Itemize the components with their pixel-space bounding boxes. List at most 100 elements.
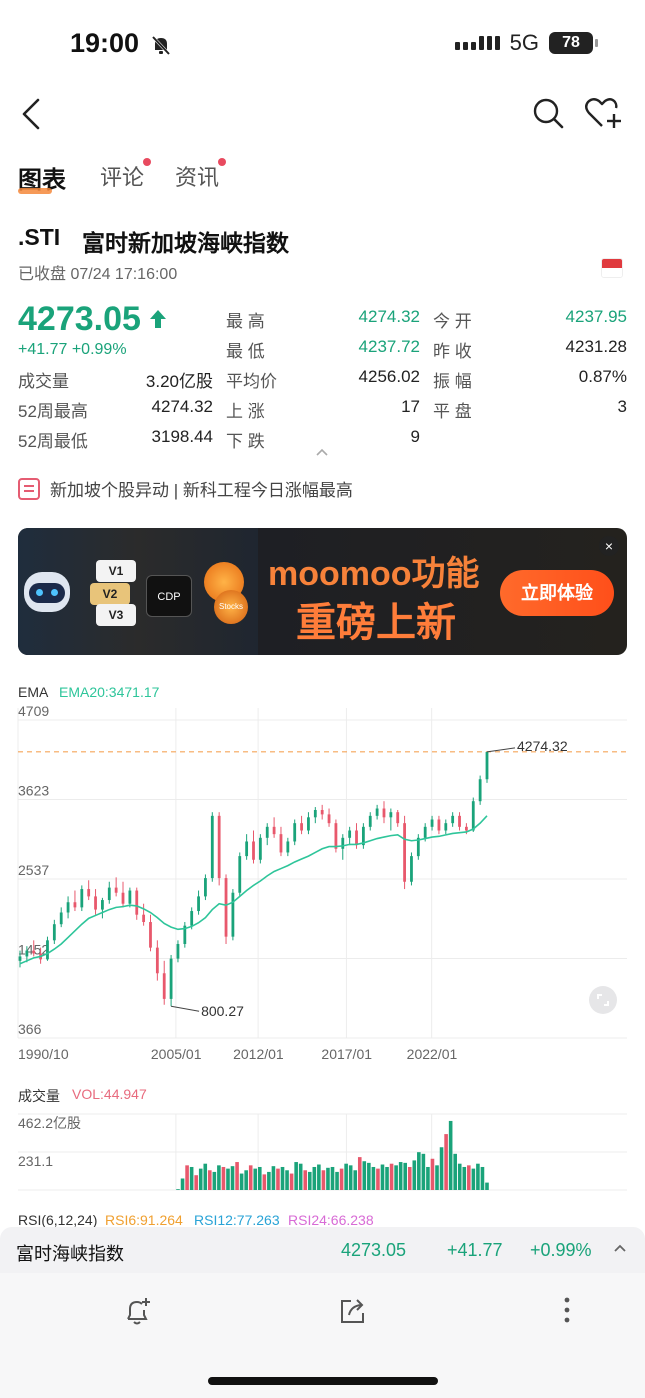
candle-body xyxy=(375,808,379,816)
volume-bar xyxy=(403,1162,408,1190)
status-right: 5G 78 xyxy=(454,30,598,56)
stat-open: 4237.95 xyxy=(565,307,627,326)
candle-body xyxy=(197,896,200,912)
candle-body xyxy=(355,830,358,846)
candle-body xyxy=(464,826,468,831)
volume-bar xyxy=(421,1153,426,1190)
candle-body xyxy=(114,887,118,893)
candle-body xyxy=(458,815,461,827)
robot-face xyxy=(29,583,65,603)
candle-body xyxy=(155,947,159,974)
volume-bar xyxy=(317,1164,321,1190)
volume-bar xyxy=(271,1166,276,1190)
bottom-quote-change: +41.77 xyxy=(447,1240,503,1260)
stat-label: 今 开 xyxy=(433,312,472,331)
candle-body xyxy=(293,823,297,842)
candle-body xyxy=(66,902,70,913)
add-watchlist-button[interactable] xyxy=(584,96,624,130)
candle-body xyxy=(396,812,400,824)
search-button[interactable] xyxy=(531,96,565,130)
candle-body xyxy=(121,892,125,904)
volume-chart[interactable]: 462.2亿股 231.1 xyxy=(0,1106,645,1194)
volume-bar xyxy=(244,1170,248,1190)
promo-banner[interactable]: V1 V2 V3 CDP Stocks moomoo功能 重磅上新 立即体验 × xyxy=(18,528,627,655)
volume-bar xyxy=(348,1165,353,1190)
candle-body xyxy=(46,940,49,960)
volume-bar xyxy=(280,1166,285,1190)
volume-bar xyxy=(198,1168,203,1190)
more-button[interactable] xyxy=(559,1295,575,1327)
bell-plus-icon xyxy=(127,1298,150,1325)
stocks-coin-icon: Stocks xyxy=(214,590,248,624)
silent-icon xyxy=(150,34,172,61)
close-icon[interactable]: × xyxy=(599,536,619,556)
market-status: 已收盘 07/24 17:16:00 xyxy=(18,266,178,283)
robot-eye xyxy=(51,589,58,596)
notification-dot xyxy=(218,158,226,166)
volume-bar xyxy=(180,1178,185,1190)
tab-news[interactable]: 资讯 xyxy=(175,160,219,192)
candle-body xyxy=(169,958,173,999)
volume-bar xyxy=(357,1157,362,1190)
stat-label: 最 高 xyxy=(226,312,265,331)
volume-bar xyxy=(335,1171,339,1190)
volume-bar xyxy=(303,1170,308,1190)
stat-52w-high: 4274.32 xyxy=(151,397,213,416)
min-annotation: 800.27 xyxy=(201,1003,244,1019)
back-button[interactable] xyxy=(18,96,48,132)
rsi-label: RSI(6,12,24) xyxy=(18,1212,98,1228)
candle-body xyxy=(341,837,345,849)
up-arrow-icon xyxy=(149,308,167,336)
volume-bar xyxy=(385,1166,389,1190)
stat-rise: 17 xyxy=(401,397,420,416)
volume-bar xyxy=(176,1189,180,1190)
candle-body xyxy=(224,878,228,937)
volume-bar xyxy=(480,1166,485,1190)
price-chart[interactable]: 47093623253714523661990/10 2005/01 2012/01… xyxy=(0,700,645,1070)
volume-bar xyxy=(185,1165,189,1190)
candle-body xyxy=(382,808,386,818)
candle-body xyxy=(272,826,276,835)
volume-label: 成交量 xyxy=(18,1088,60,1104)
fullscreen-button[interactable] xyxy=(589,986,617,1014)
tab-comments[interactable]: 评论 xyxy=(100,160,144,192)
singapore-flag-icon xyxy=(601,258,623,278)
volume-bar xyxy=(430,1158,435,1190)
collapse-chevron-icon[interactable] xyxy=(315,446,329,460)
volume-bar xyxy=(203,1163,208,1190)
candle-body xyxy=(368,815,372,827)
expand-chevron-icon[interactable] xyxy=(613,1240,627,1258)
rsi6-value: RSI6:91.264 xyxy=(105,1212,183,1228)
volume-bar xyxy=(485,1182,489,1190)
stat-label: 最 低 xyxy=(226,342,265,361)
news-icon xyxy=(18,477,40,500)
candle-body xyxy=(107,887,111,901)
x-tick-label: 2022/01 xyxy=(407,1046,458,1062)
candle-body xyxy=(437,819,441,831)
volume-bar xyxy=(189,1166,194,1190)
stat-prev-close: 4231.28 xyxy=(565,337,627,356)
volume-bar xyxy=(462,1166,467,1190)
news-ticker[interactable]: 新加坡个股异动 | 新科工程今日涨幅最高 xyxy=(18,476,353,501)
volume-bar xyxy=(448,1120,453,1190)
stat-label: 振 幅 xyxy=(433,372,472,391)
volume-bar xyxy=(253,1168,258,1190)
candle-body xyxy=(204,878,207,897)
robot-eye xyxy=(36,589,43,596)
y-tick-label: 3623 xyxy=(18,783,49,799)
min-annotation-line xyxy=(171,1005,200,1012)
candle-body xyxy=(265,826,269,838)
x-tick-label: 2017/01 xyxy=(321,1046,372,1062)
banner-subtitle: 重磅上新 xyxy=(296,601,456,645)
volume-bar xyxy=(194,1175,198,1190)
share-button[interactable] xyxy=(337,1295,369,1327)
volume-bar xyxy=(267,1171,271,1190)
alert-button[interactable] xyxy=(122,1295,154,1327)
candle-body xyxy=(334,823,338,849)
battery-icon: 78 xyxy=(549,32,598,54)
volume-bar xyxy=(257,1166,262,1190)
stat-label: 52周最高 xyxy=(18,402,88,421)
notification-dot xyxy=(143,158,151,166)
try-now-button[interactable]: 立即体验 xyxy=(500,570,614,616)
volume-bar xyxy=(221,1166,226,1190)
